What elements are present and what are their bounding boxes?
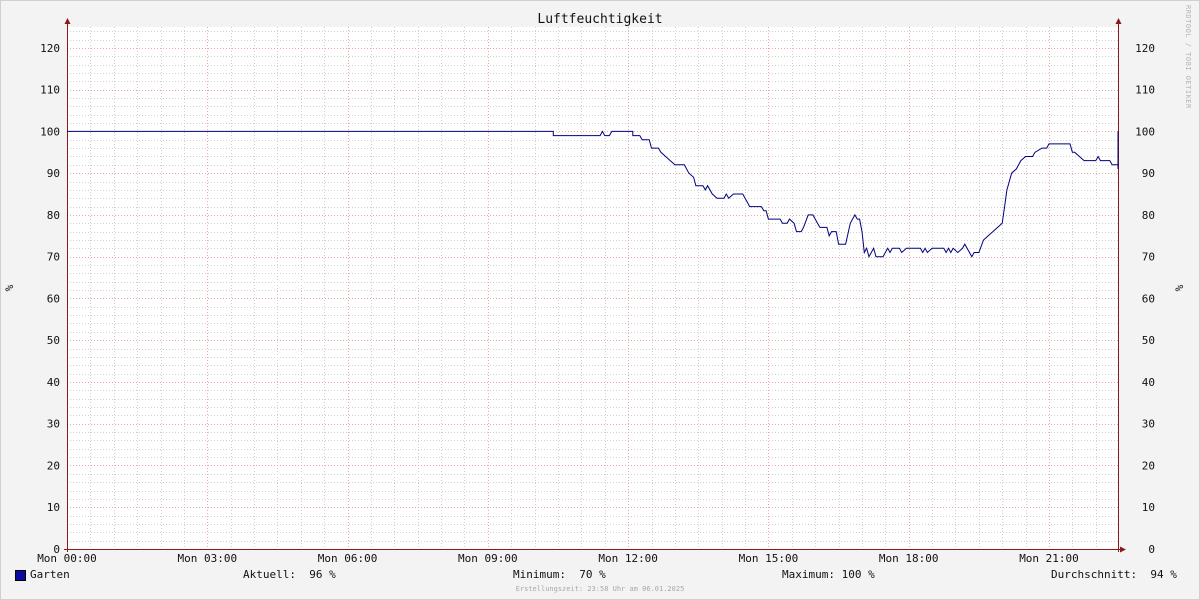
y-axis-right-arrow [1115, 18, 1122, 24]
y-tick-label-left: 120 [40, 42, 60, 55]
y-axis-label-right: % [1173, 284, 1186, 291]
y-tick-label-left: 20 [47, 459, 60, 472]
y-tick-label-right: 90 [1142, 167, 1155, 180]
y-tick-label-left: 80 [47, 209, 60, 222]
x-tick-label: Mon 03:00 [177, 552, 237, 565]
rrdtool-watermark: RRDTOOL / TOBI OETIKER [1184, 5, 1192, 109]
y-tick-label-right: 50 [1142, 334, 1155, 347]
x-tick-label: Mon 09:00 [458, 552, 518, 565]
stat-maximum-label: Maximum: [782, 568, 835, 581]
stat-current-value: 96 % [309, 568, 336, 581]
y-tick-label-right: 60 [1142, 292, 1155, 305]
x-axis-arrow [1120, 546, 1126, 553]
y-tick-label-left: 40 [47, 376, 60, 389]
stat-minimum: Minimum: 70 % [513, 568, 606, 581]
stat-average: Durchschnitt: 94 % [1051, 568, 1177, 581]
y-axis-label-left: % [3, 284, 16, 291]
legend-swatch [15, 570, 26, 581]
y-tick-label-left: 30 [47, 418, 60, 431]
stat-maximum: Maximum: 100 % [782, 568, 875, 581]
y-tick-label-right: 100 [1135, 125, 1155, 138]
y-tick-label-right: 80 [1142, 209, 1155, 222]
y-tick-label-right: 40 [1142, 376, 1155, 389]
stat-current-label: Aktuell: [243, 568, 296, 581]
y-tick-label-left: 110 [40, 84, 60, 97]
x-tick-label: Mon 18:00 [879, 552, 939, 565]
y-tick-label-right: 70 [1142, 251, 1155, 264]
y-tick-label-left: 100 [40, 125, 60, 138]
creation-timestamp: Erstellungszeit: 23:58 Uhr am 06.01.2025 [515, 585, 685, 593]
legend-series-name: Garten [30, 568, 70, 581]
y-tick-label-right: 10 [1142, 501, 1155, 514]
y-tick-label-left: 70 [47, 251, 60, 264]
chart-title: Luftfeuchtigkeit [537, 12, 662, 27]
y-tick-label-right: 30 [1142, 418, 1155, 431]
stat-average-value: 94 % [1150, 568, 1177, 581]
stat-minimum-label: Minimum: [513, 568, 566, 581]
stat-average-label: Durchschnitt: [1051, 568, 1138, 581]
y-tick-label-left: 90 [47, 167, 60, 180]
y-tick-label-right: 20 [1142, 459, 1155, 472]
y-tick-label-right: 0 [1148, 543, 1155, 556]
y-tick-label-right: 120 [1135, 42, 1155, 55]
x-tick-label: Mon 15:00 [739, 552, 799, 565]
humidity-chart: 0 010 1020 2030 3040 4050 5060 6070 7080 8090 9010… [3, 12, 1186, 565]
y-tick-label-right: 110 [1135, 84, 1155, 97]
y-tick-label-left: 60 [47, 292, 60, 305]
plot-area [67, 27, 1118, 549]
stat-minimum-value: 70 % [579, 568, 606, 581]
x-tick-label: Mon 12:00 [598, 552, 658, 565]
y-axis-left-arrow [64, 18, 71, 24]
x-tick-label: Mon 00:00 [37, 552, 97, 565]
x-tick-label: Mon 21:00 [1019, 552, 1079, 565]
x-tick-label: Mon 06:00 [318, 552, 378, 565]
legend: Garten Aktuell: 96 % Minimum: 70 % Maxim… [0, 568, 1200, 584]
y-tick-label-left: 10 [47, 501, 60, 514]
y-tick-label-left: 50 [47, 334, 60, 347]
stat-current: Aktuell: 96 % [243, 568, 336, 581]
stat-maximum-value: 100 % [841, 568, 875, 581]
